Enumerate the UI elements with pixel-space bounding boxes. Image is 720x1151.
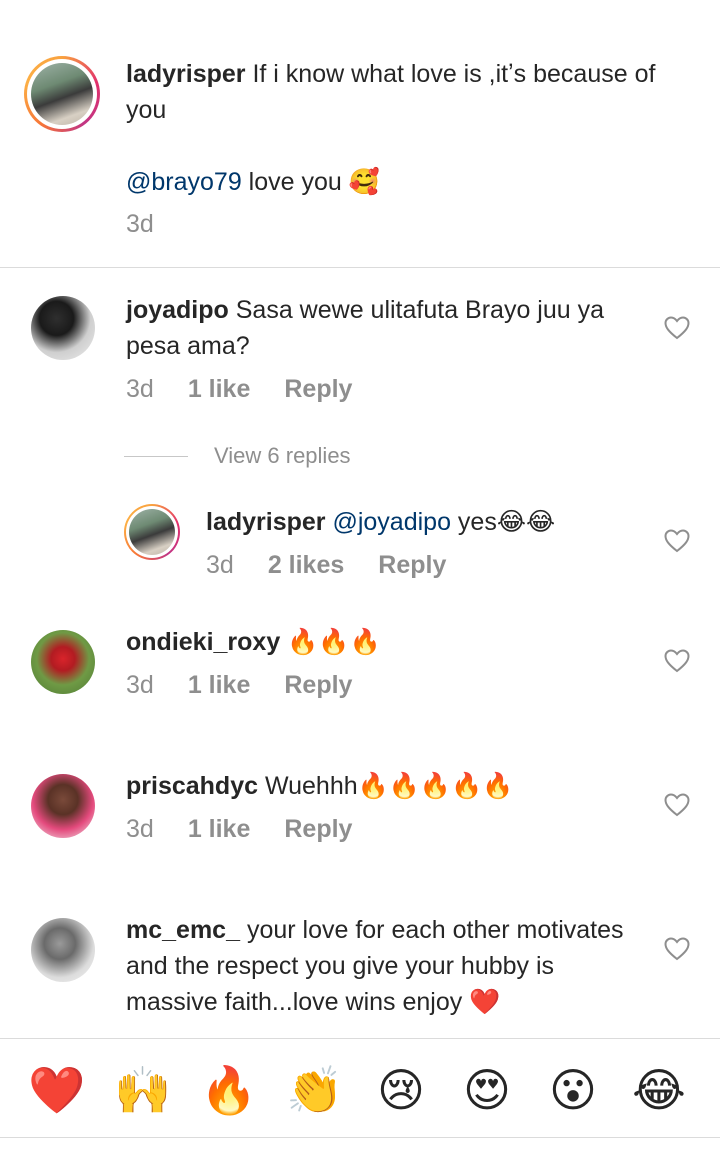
comment-body: mc_emc_ your love for each other motivat… bbox=[126, 912, 646, 1038]
avatar bbox=[129, 509, 175, 555]
view-replies-button[interactable]: View 6 replies bbox=[214, 443, 351, 469]
comment-meta: 3d 2 likes Reply bbox=[206, 551, 480, 580]
reply-button[interactable]: Reply bbox=[378, 551, 446, 580]
username[interactable]: ondieki_roxy bbox=[126, 628, 280, 656]
comment-body: ladyrisper @joyadipo yes😂😂 bbox=[206, 504, 646, 540]
emoji-raising-hands-button[interactable]: 🙌 bbox=[114, 1061, 172, 1119]
mention-link[interactable]: @joyadipo bbox=[332, 508, 451, 536]
emoji-laughing-button[interactable]: 😂 bbox=[630, 1061, 688, 1119]
username[interactable]: mc_emc_ bbox=[126, 916, 240, 944]
username[interactable]: joyadipo bbox=[126, 296, 229, 324]
comment-meta: 3d 1 like Reply bbox=[126, 671, 386, 700]
emoji-heart-eyes-button[interactable]: 😍 bbox=[458, 1061, 516, 1119]
comment-text: love you 🥰 bbox=[241, 168, 380, 196]
likes-count[interactable]: 1 like bbox=[188, 671, 251, 700]
avatar-story-ring[interactable] bbox=[124, 504, 180, 560]
heart-icon[interactable] bbox=[664, 316, 690, 340]
comment-body: joyadipo Sasa wewe ulitafuta Brayo juu y… bbox=[126, 292, 646, 364]
divider bbox=[0, 267, 720, 268]
timestamp: 3d bbox=[126, 375, 154, 403]
heart-icon[interactable] bbox=[664, 937, 690, 961]
username[interactable]: ladyrisper bbox=[126, 60, 246, 88]
emoji-reaction-bar: ❤️ 🙌 🔥 👏 😢 😍 😮 😂 bbox=[0, 1038, 720, 1138]
avatar-story-ring[interactable] bbox=[24, 56, 100, 132]
comment-body-2: @brayo79 love you 🥰 bbox=[126, 164, 686, 200]
comment-body: ladyrisper If i know what love is ,itʼs … bbox=[126, 56, 686, 128]
timestamp: 3d bbox=[126, 815, 154, 843]
reply-button[interactable]: Reply bbox=[284, 671, 352, 700]
mention-link[interactable]: @brayo79 bbox=[126, 168, 242, 196]
comment-meta: 3d 1 like Reply bbox=[126, 375, 386, 404]
avatar[interactable] bbox=[31, 774, 95, 838]
likes-count[interactable]: 1 like bbox=[188, 375, 251, 404]
username[interactable]: ladyrisper bbox=[206, 508, 326, 536]
username[interactable]: priscahdyc bbox=[126, 772, 258, 800]
avatar[interactable] bbox=[31, 918, 95, 982]
comment-body: priscahdyc Wuehhh🔥🔥🔥🔥🔥 bbox=[126, 768, 646, 804]
timestamp: 3d bbox=[206, 551, 234, 579]
emoji-fire-button[interactable]: 🔥 bbox=[200, 1061, 258, 1119]
reply-button[interactable]: Reply bbox=[284, 375, 352, 404]
likes-count[interactable]: 2 likes bbox=[268, 551, 344, 580]
comment-body: ondieki_roxy 🔥🔥🔥 bbox=[126, 624, 646, 660]
comment-meta: 3d bbox=[126, 210, 188, 239]
comment-meta: 3d 1 like Reply bbox=[126, 815, 386, 844]
emoji-clapping-button[interactable]: 👏 bbox=[286, 1061, 344, 1119]
reply-button[interactable]: Reply bbox=[284, 815, 352, 844]
heart-icon[interactable] bbox=[664, 649, 690, 673]
likes-count[interactable]: 1 like bbox=[188, 815, 251, 844]
comment-text: 🔥🔥🔥 bbox=[287, 628, 381, 656]
emoji-heart-button[interactable]: ❤️ bbox=[28, 1061, 86, 1119]
avatar[interactable] bbox=[31, 296, 95, 360]
avatar bbox=[31, 63, 93, 125]
heart-icon[interactable] bbox=[664, 793, 690, 817]
chevron-down-icon[interactable] bbox=[664, 0, 678, 4]
avatar[interactable] bbox=[31, 630, 95, 694]
heart-icon[interactable] bbox=[664, 529, 690, 553]
timestamp: 3d bbox=[126, 671, 154, 699]
emoji-crying-button[interactable]: 😢 bbox=[372, 1061, 430, 1119]
replies-line bbox=[124, 456, 188, 457]
comment-text: yes😂😂 bbox=[450, 508, 556, 536]
emoji-surprised-button[interactable]: 😮 bbox=[544, 1061, 602, 1119]
comment-text: Wuehhh🔥🔥🔥🔥🔥 bbox=[264, 772, 514, 800]
timestamp: 3d bbox=[126, 210, 154, 238]
